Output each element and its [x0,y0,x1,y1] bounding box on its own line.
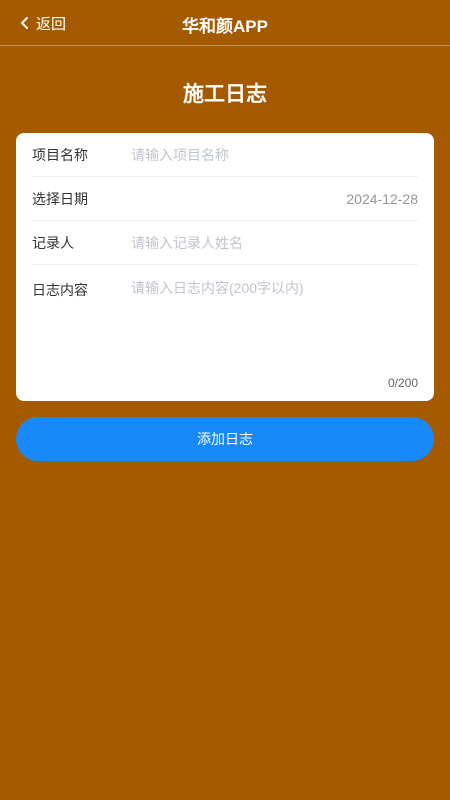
log-content-textarea[interactable] [131,278,418,358]
log-content-label: 日志内容 [32,282,88,298]
date-picker[interactable]: 2024-12-28 [131,191,418,207]
project-name-label: 项目名称 [32,146,88,163]
project-name-input[interactable] [131,146,418,163]
project-name-row: 项目名称 [32,133,418,177]
nav-bar: 返回 华和颜APP [0,0,450,46]
recorder-input[interactable] [131,234,418,251]
page-title: 施工日志 [183,83,267,106]
log-form-card: 项目名称 选择日期 2024-12-28 记录人 日志内容 0/200 [16,133,434,401]
add-log-button[interactable]: 添加日志 [16,417,434,461]
date-label: 选择日期 [32,190,88,207]
app-title: 华和颜APP [182,17,268,36]
recorder-row: 记录人 [32,221,418,265]
log-content-row: 日志内容 0/200 [32,265,418,395]
recorder-label: 记录人 [32,234,74,251]
date-row[interactable]: 选择日期 2024-12-28 [32,177,418,221]
char-counter: 0/200 [387,376,418,390]
